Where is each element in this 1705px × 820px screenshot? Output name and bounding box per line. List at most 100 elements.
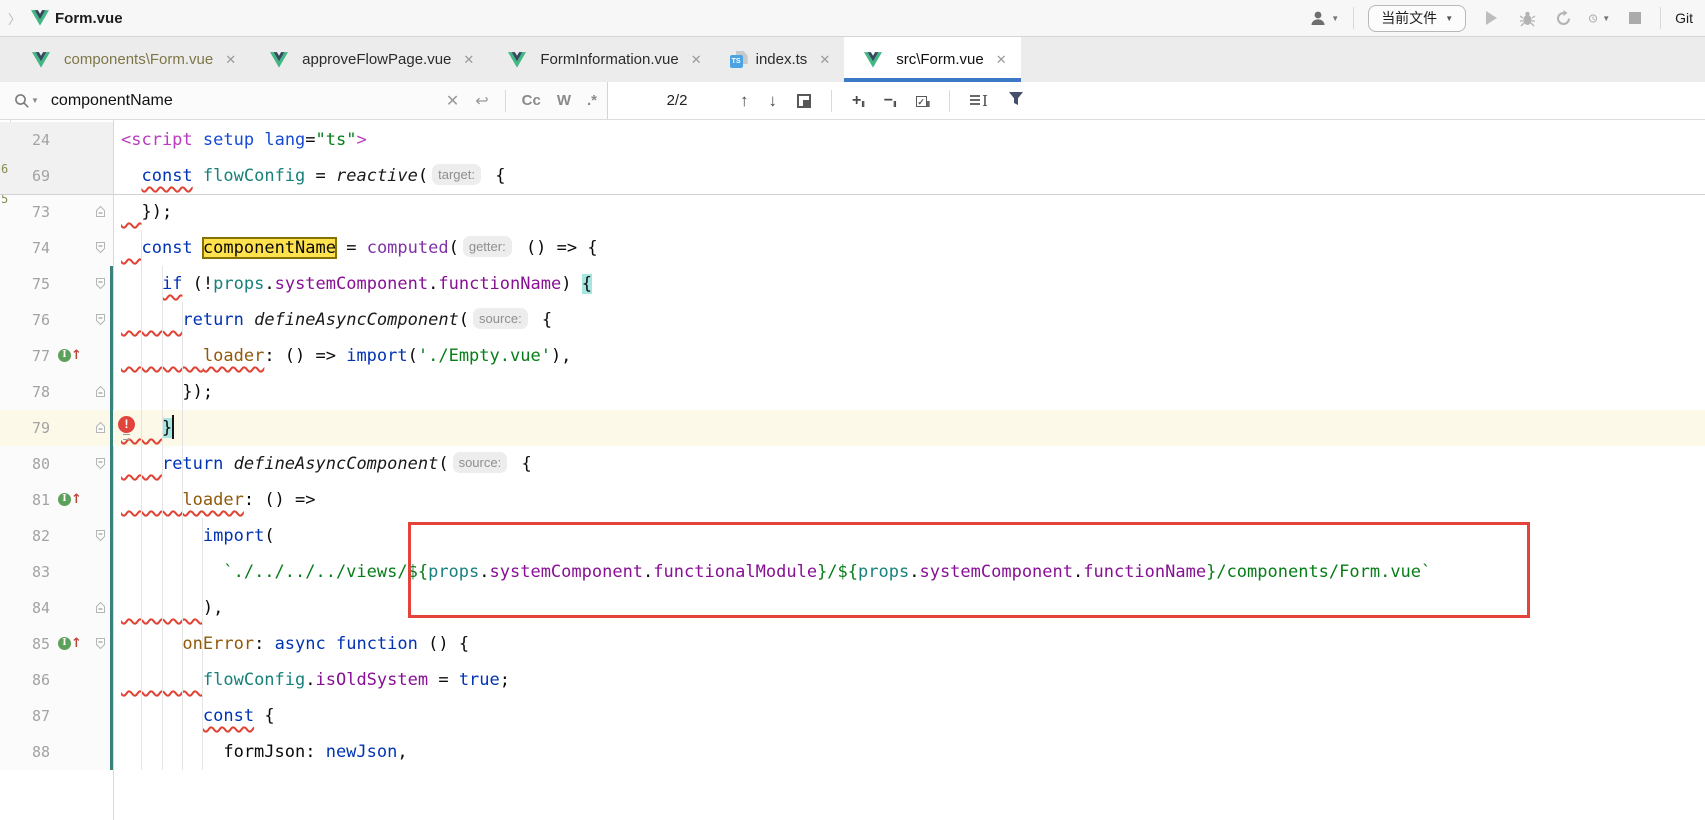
user-profile-button[interactable]: ▼ [1309,10,1339,26]
error-lamp-icon[interactable]: ! [118,416,135,433]
git-widget[interactable]: Git [1675,10,1693,26]
code-token: return [182,310,243,330]
fold-down-icon[interactable] [94,529,107,542]
coverage-button[interactable] [1552,7,1574,29]
fold-up-icon[interactable] [94,421,107,434]
code-token: = [305,130,315,150]
code-line-24: 24<script setup lang="ts"> [0,122,1705,158]
vcs-change-marker[interactable] [110,266,113,770]
search-in-selection-button[interactable] [797,94,811,108]
code-text[interactable]: <script setup lang="ts"> [113,122,1705,158]
tab-label: src\Form.vue [896,51,984,68]
code-editor[interactable]: 24<script setup lang="ts">69 const flowC… [0,120,1705,820]
search-input[interactable]: ▼ componentName ✕ ↩ Cc W .* [0,82,608,119]
tab-close-icon[interactable]: ✕ [819,52,830,68]
code-text[interactable]: import( [113,518,1705,554]
code-line-83: 83 `./../../../views/${props.systemCompo… [0,554,1705,590]
code-token: . [909,562,919,582]
implementing-member-icon[interactable]: I↑ [58,493,82,506]
code-text[interactable]: ), [113,590,1705,626]
code-token: : [254,634,274,654]
fold-up-icon[interactable] [94,385,107,398]
code-token: lang [264,130,305,150]
code-text[interactable]: loader: () => [113,482,1705,518]
vue-file-icon [864,52,882,68]
code-text[interactable]: return defineAsyncComponent(source: { [113,302,1705,338]
tab-close-icon[interactable]: ✕ [996,52,1007,68]
whole-words-toggle[interactable]: W [557,92,571,109]
code-text[interactable]: const flowConfig = reactive(target: { [113,158,1705,194]
code-text[interactable]: }); [113,374,1705,410]
remove-occurrence-button[interactable]: −II [884,92,896,110]
code-text[interactable]: loader: () => import('./Empty.vue'), [113,338,1705,374]
previous-match-button[interactable]: ↑ [740,91,749,111]
tab-forminformation-vue[interactable]: FormInformation.vue✕ [488,37,715,82]
code-token: }/ [817,562,837,582]
code-text[interactable]: onError: async function () { [113,626,1705,662]
fold-up-icon[interactable] [94,205,107,218]
line-number: 77 [0,338,50,374]
search-icon[interactable]: ▼ [14,93,39,109]
search-query-text[interactable]: componentName [51,92,173,110]
fold-down-icon[interactable] [94,313,107,326]
line-number: 74 [0,230,50,266]
code-token: loader [182,490,243,510]
code-token: ) [561,274,581,294]
run-button[interactable] [1480,7,1502,29]
gutter: 69 [0,158,113,194]
vue-file-icon [508,52,526,68]
code-token: import [346,346,407,366]
next-match-button[interactable]: ↓ [769,91,778,111]
code-text[interactable]: const componentName = computed(getter: (… [113,230,1705,266]
tab-close-icon[interactable]: ✕ [225,52,236,68]
gutter: 76 [0,302,113,338]
code-token: () => { [516,238,598,258]
regex-toggle[interactable]: .* [587,92,597,109]
code-text[interactable]: `./../../../views/${props.systemComponen… [113,554,1705,590]
code-token [121,310,182,330]
code-text[interactable]: formJson: newJson, [113,734,1705,770]
code-text[interactable]: return defineAsyncComponent(source: { [113,446,1705,482]
plus-icon: + [852,92,861,109]
select-all-occurrences-button[interactable]: ✓II [916,92,929,110]
multiline-search-icon[interactable]: ↩ [475,91,488,111]
tab-index-ts[interactable]: TSindex.ts✕ [716,37,845,82]
tab-src-form-vue[interactable]: src\Form.vue ✕ [844,37,1020,82]
tab-approveflowpage-vue[interactable]: approveFlowPage.vue✕ [250,37,488,82]
fold-down-icon[interactable] [94,277,107,290]
code-text[interactable]: if (!props.systemComponent.functionName)… [113,266,1705,302]
minus-icon: − [884,92,893,109]
chevron-down-icon: ▼ [31,96,39,105]
clear-search-icon[interactable]: ✕ [446,91,459,111]
tab-bar: components\Form.vue✕approveFlowPage.vue✕… [0,37,1705,82]
debug-button[interactable] [1516,7,1538,29]
filter-lines-button[interactable]: I [970,92,988,110]
stop-button[interactable] [1624,7,1646,29]
tab-close-icon[interactable]: ✕ [691,52,702,68]
fold-down-icon[interactable] [94,457,107,470]
fold-down-icon[interactable] [94,637,107,650]
profiler-button[interactable]: ▼ [1588,7,1610,29]
add-occurrence-button[interactable]: +II [852,92,864,110]
code-text[interactable]: flowConfig.isOldSystem = true; [113,662,1705,698]
search-field-controls: ✕ ↩ Cc W .* [446,90,597,112]
tab-close-icon[interactable]: ✕ [463,52,474,68]
code-token: = [305,166,336,186]
implementing-member-icon[interactable]: I↑ [58,637,82,650]
run-configuration-selector[interactable]: 当前文件 ▼ [1368,5,1466,32]
fold-up-icon[interactable] [94,601,107,614]
parameter-hint: target: [432,164,481,185]
code-text[interactable]: const { [113,698,1705,734]
code-text[interactable]: }); [113,194,1705,230]
code-token: if [162,274,182,294]
gutter: 83 [0,554,113,590]
code-token: const [203,706,254,726]
fold-down-icon[interactable] [94,241,107,254]
match-case-toggle[interactable]: Cc [522,92,541,109]
implementing-member-icon[interactable]: I↑ [58,349,82,362]
filter-search-results-button[interactable] [1008,91,1024,111]
tab-components-form-vue[interactable]: components\Form.vue✕ [12,37,250,82]
code-text[interactable]: ! } [113,410,1705,446]
indent-guide [182,302,183,770]
occurrence-suffix: II [927,100,929,109]
